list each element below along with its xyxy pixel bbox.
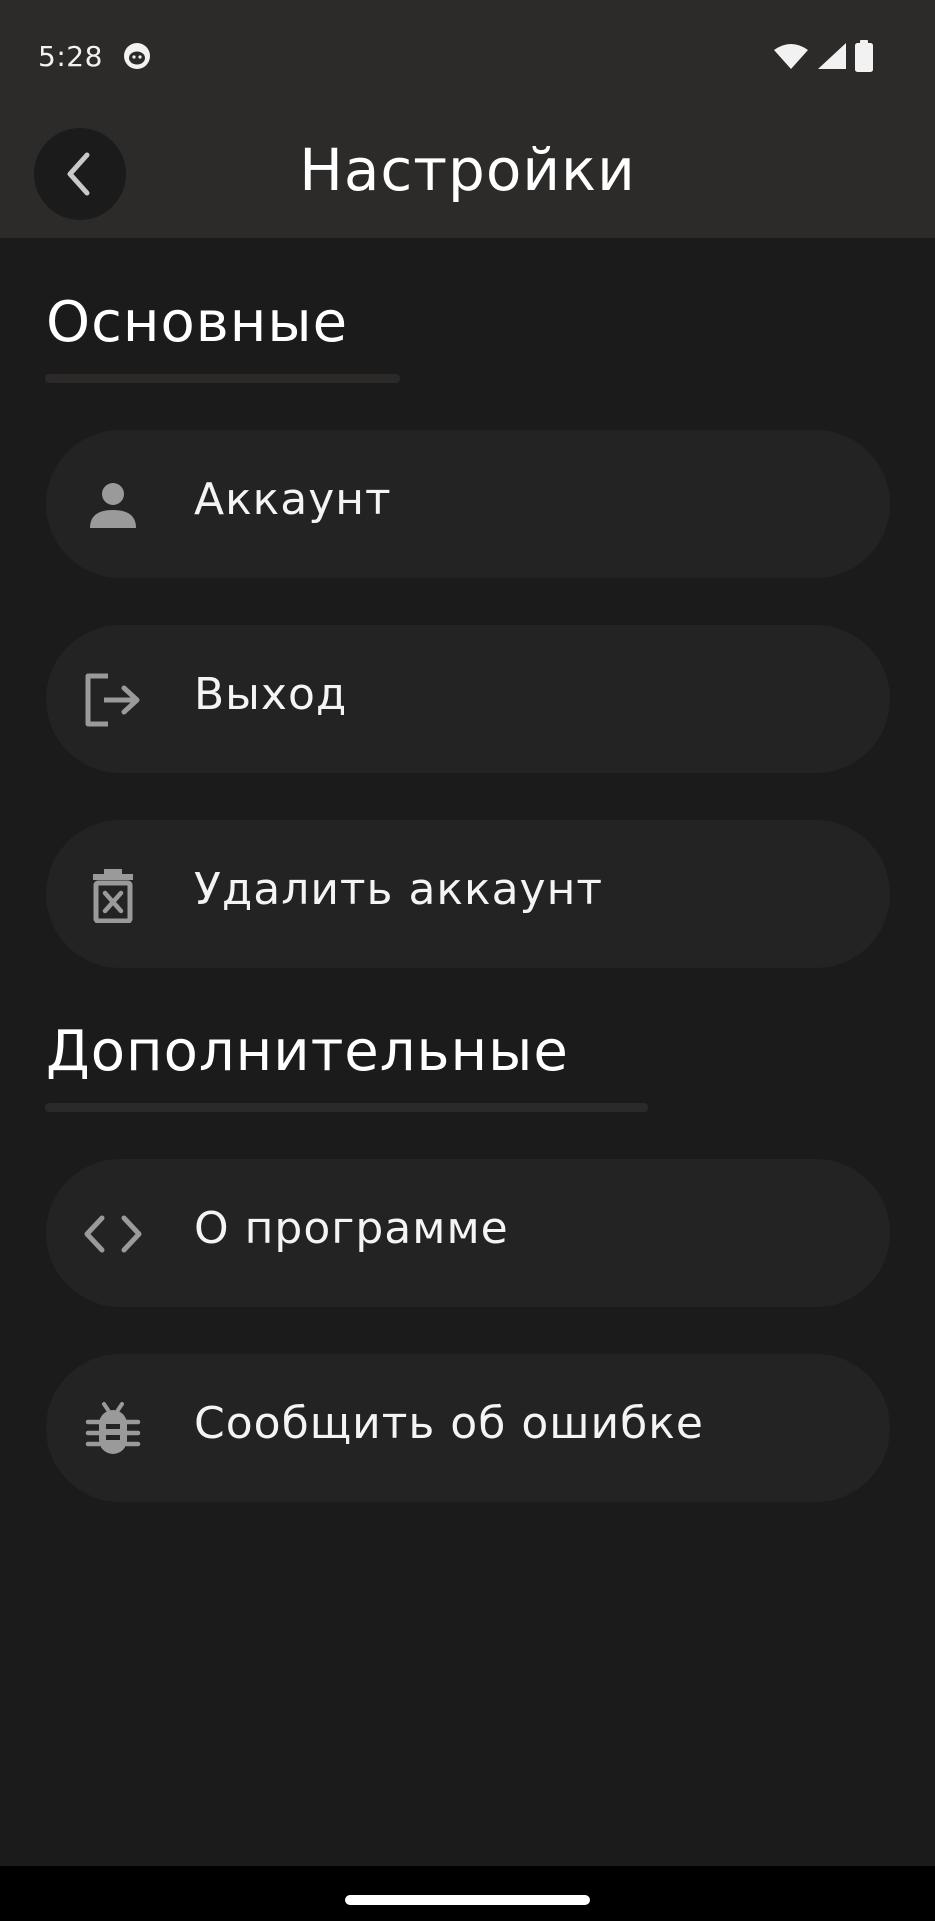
cell-signal-icon — [818, 43, 846, 69]
code-icon — [82, 1203, 144, 1265]
logout-icon — [82, 669, 144, 731]
trash-x-icon — [82, 864, 144, 926]
status-time: 5:28 — [38, 40, 103, 73]
menu-item-about[interactable]: О программе — [46, 1159, 890, 1307]
section-title-main: Основные — [46, 290, 349, 355]
wifi-icon — [774, 44, 808, 69]
section-underline-extra — [45, 1103, 648, 1112]
app-bar: Настройки — [0, 110, 935, 238]
menu-label-report-bug: Сообщить об ошибке — [194, 1398, 704, 1449]
page-title: Настройки — [299, 136, 636, 204]
menu-item-report-bug[interactable]: Сообщить об ошибке — [46, 1354, 890, 1502]
menu-item-logout[interactable]: Выход — [46, 625, 890, 773]
home-gesture-handle[interactable] — [345, 1895, 590, 1905]
status-icons — [773, 40, 873, 72]
menu-item-delete-account[interactable]: Удалить аккаунт — [46, 820, 890, 968]
menu-label-delete-account: Удалить аккаунт — [194, 864, 603, 915]
person-icon — [82, 474, 144, 536]
cat-app-icon — [124, 43, 150, 69]
menu-label-about: О программе — [194, 1203, 509, 1254]
system-nav-bar — [0, 1866, 935, 1921]
menu-label-logout: Выход — [194, 669, 348, 720]
menu-label-account: Аккаунт — [194, 474, 392, 525]
menu-item-account[interactable]: Аккаунт — [46, 430, 890, 578]
bug-icon — [82, 1398, 144, 1460]
status-bar: 5:28 — [0, 0, 935, 110]
settings-screen: 5:28 Настройки Основные Аккаунт Выход Уд… — [0, 0, 935, 1921]
battery-icon — [855, 40, 873, 72]
section-underline-main — [45, 374, 400, 383]
section-title-extra: Дополнительные — [46, 1019, 569, 1084]
